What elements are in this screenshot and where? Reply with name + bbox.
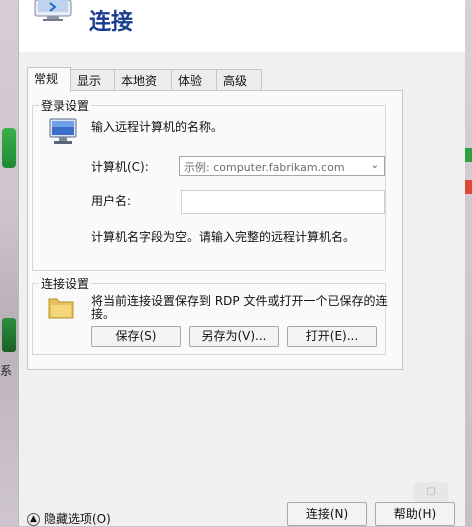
dialog-header: 连接 — [19, 0, 465, 52]
computer-label: 计算机(C): — [91, 160, 149, 174]
desktop-app-icon[interactable] — [2, 128, 16, 168]
desktop-app-icon[interactable] — [465, 148, 472, 162]
computer-monitor-icon — [49, 118, 77, 144]
hide-options-toggle[interactable]: ▲ 隐藏选项(O) — [27, 510, 111, 527]
desktop-app-icon[interactable] — [2, 318, 16, 352]
connection-settings-label: 连接设置 — [39, 275, 92, 292]
remote-desktop-dialog: 连接 常规 显示 本地资源 体验 高级 登录设置 输入远程计算机的名称。 计算机… — [18, 0, 465, 526]
connect-button[interactable]: 连接(N) — [287, 502, 367, 526]
dialog-footer: ▲ 隐藏选项(O) 连接(N) 帮助(H) — [19, 492, 465, 526]
tab-panel-general: 登录设置 输入远程计算机的名称。 计算机(C): 示例: computer.fa… — [27, 90, 403, 370]
save-as-button[interactable]: 另存为(V)... — [189, 326, 279, 347]
desktop-background-right — [464, 0, 472, 526]
dialog-title: 连接 — [89, 10, 134, 35]
desktop-icon-label: 系 — [0, 364, 13, 378]
chevron-up-icon: ▲ — [27, 513, 40, 526]
tab-local-resources[interactable]: 本地资源 — [114, 69, 172, 110]
connection-settings-group: 连接设置 将当前连接设置保存到 RDP 文件或打开一个已保存的连 接。 保存(S… — [32, 275, 388, 355]
hide-options-label: 隐藏选项(O) — [44, 512, 111, 526]
computer-name-warning: 计算机名字段为空。请输入完整的远程计算机名。 — [91, 230, 356, 244]
folder-icon — [48, 298, 74, 319]
chevron-down-icon[interactable]: ⌄ — [371, 160, 379, 171]
login-settings-group: 登录设置 输入远程计算机的名称。 计算机(C): 示例: computer.fa… — [32, 97, 386, 271]
desktop-app-icon[interactable] — [465, 180, 472, 194]
save-button[interactable]: 保存(S) — [91, 326, 181, 347]
computer-placeholder: 示例: computer.fabrikam.com — [184, 161, 345, 174]
watermark-logo: ▢ — [414, 482, 448, 502]
connection-description-line2: 接。 — [91, 307, 116, 321]
login-settings-label: 登录设置 — [39, 97, 92, 114]
tab-advanced[interactable]: 高级 — [216, 69, 262, 91]
username-label: 用户名: — [91, 194, 132, 208]
username-field[interactable] — [181, 190, 385, 214]
remote-desktop-icon — [34, 0, 72, 21]
tab-general[interactable]: 常规 — [27, 67, 71, 92]
tab-display[interactable]: 显示 — [70, 69, 115, 91]
login-prompt: 输入远程计算机的名称。 — [91, 120, 224, 134]
desktop-background-left — [0, 0, 18, 526]
open-button[interactable]: 打开(E)... — [287, 326, 377, 347]
tab-experience[interactable]: 体验 — [171, 69, 217, 91]
computer-combobox[interactable]: 示例: computer.fabrikam.com ⌄ — [179, 156, 385, 176]
help-button[interactable]: 帮助(H) — [375, 502, 455, 526]
connection-description-line1: 将当前连接设置保存到 RDP 文件或打开一个已保存的连 — [91, 294, 388, 308]
